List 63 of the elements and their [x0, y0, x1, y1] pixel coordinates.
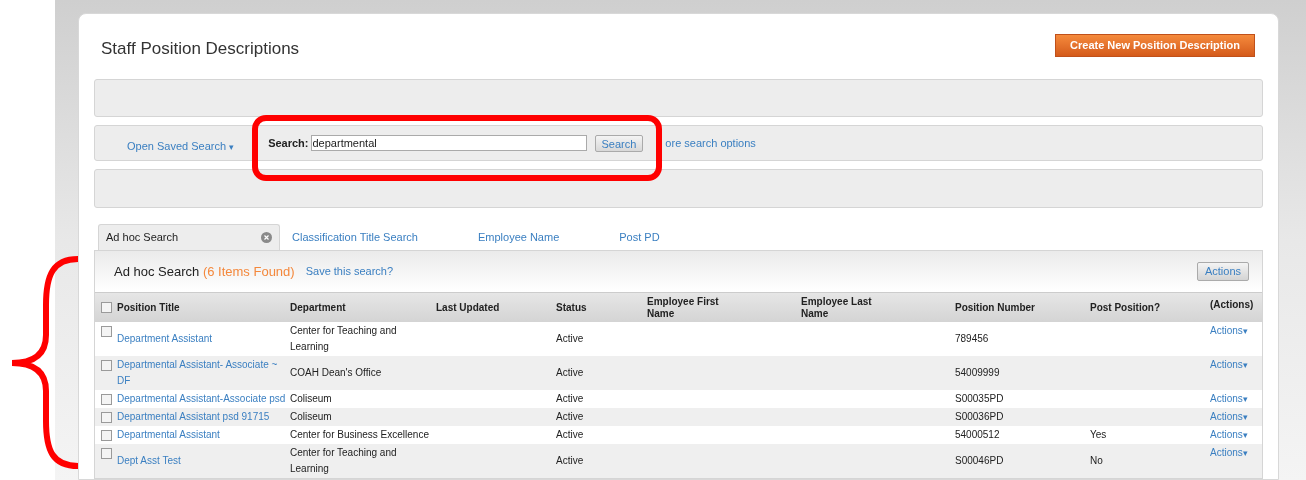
tab[interactable]: Ad hoc Search	[98, 224, 280, 250]
checkbox[interactable]	[100, 430, 112, 441]
actions-button[interactable]: Actions	[1196, 262, 1249, 281]
row-actions-link[interactable]: Actions▾	[1210, 429, 1248, 440]
table-cell: No	[1090, 455, 1103, 466]
row-actions-link[interactable]: Actions▾	[1210, 447, 1248, 458]
row-actions-link[interactable]: Actions▾	[1210, 359, 1248, 370]
table-cell: S00035PD	[955, 393, 1004, 404]
table-cell: 54009999	[955, 367, 1000, 378]
table-cell: Coliseum	[290, 393, 332, 404]
checkbox[interactable]	[100, 448, 112, 459]
search-button[interactable]: Search	[594, 134, 644, 152]
page-title: Staff Position Descriptions	[101, 38, 300, 60]
column-header: Last Updated	[436, 301, 501, 314]
table-cell: Active	[556, 333, 584, 344]
column-header: Position Number	[955, 301, 1035, 314]
position-title-link[interactable]: Departmental Assistant- Associate ~ DF	[117, 357, 286, 389]
checkbox[interactable]	[100, 326, 112, 337]
position-title-link[interactable]: Departmental Assistant psd 91715	[117, 409, 286, 425]
table-cell: 54000512	[955, 429, 1000, 440]
table-cell: Yes	[1090, 429, 1107, 440]
tab[interactable]: Employee Name	[477, 224, 560, 250]
column-header: Post Position?	[1090, 301, 1161, 314]
position-title-link[interactable]: Department Assistant	[117, 331, 286, 347]
close-icon[interactable]	[261, 232, 272, 243]
table-cell: S00046PD	[955, 455, 1004, 466]
row-actions-link[interactable]: Actions▾	[1210, 325, 1248, 336]
row-actions-link[interactable]: Actions▾	[1210, 411, 1248, 422]
create-button[interactable]: Create New Position Description	[1055, 34, 1255, 57]
column-header: Employee First Name	[647, 295, 720, 320]
more-search-options-link[interactable]: ore search options	[665, 135, 756, 152]
position-title-link[interactable]: Departmental Assistant	[117, 427, 286, 443]
results-title: Ad hoc Search (6 Items Found)	[114, 262, 295, 281]
tab[interactable]: Post PD	[619, 224, 660, 250]
column-header: Employee Last Name	[801, 295, 873, 320]
table-cell: Center for Teaching and Learning	[290, 447, 397, 474]
saved-search-link[interactable]: Open Saved Search ▾	[127, 137, 235, 154]
column-header: Position Title	[117, 301, 181, 314]
table-cell: Active	[556, 429, 584, 440]
checkbox[interactable]	[100, 412, 112, 423]
checkbox[interactable]	[100, 302, 112, 313]
table-cell: Active	[556, 411, 584, 422]
tab[interactable]: Classification Title Search	[292, 224, 418, 250]
search-field[interactable]: departmental	[310, 135, 587, 152]
checkbox[interactable]	[100, 360, 112, 371]
position-title-link[interactable]: Dept Asst Test	[117, 453, 286, 469]
table-cell: Center for Business Excellence	[290, 429, 429, 440]
table-cell: Active	[556, 367, 584, 378]
save-search-link[interactable]: Save this search?	[305, 263, 394, 280]
table-cell: Coliseum	[290, 411, 332, 422]
column-header: Status	[556, 301, 588, 314]
checkbox[interactable]	[100, 394, 112, 405]
search-label: Search:	[268, 136, 309, 151]
column-header: (Actions)	[1210, 299, 1255, 311]
table-cell: Active	[556, 393, 584, 404]
column-header: Department	[290, 301, 347, 314]
table-cell: Active	[556, 455, 584, 466]
table-cell: 789456	[955, 333, 989, 344]
table-cell: COAH Dean's Office	[290, 367, 382, 378]
table-cell: S00036PD	[955, 411, 1004, 422]
position-title-link[interactable]: Departmental Assistant-Associate psd	[117, 391, 286, 407]
table-cell: Center for Teaching and Learning	[290, 325, 397, 352]
row-actions-link[interactable]: Actions▾	[1210, 393, 1248, 404]
